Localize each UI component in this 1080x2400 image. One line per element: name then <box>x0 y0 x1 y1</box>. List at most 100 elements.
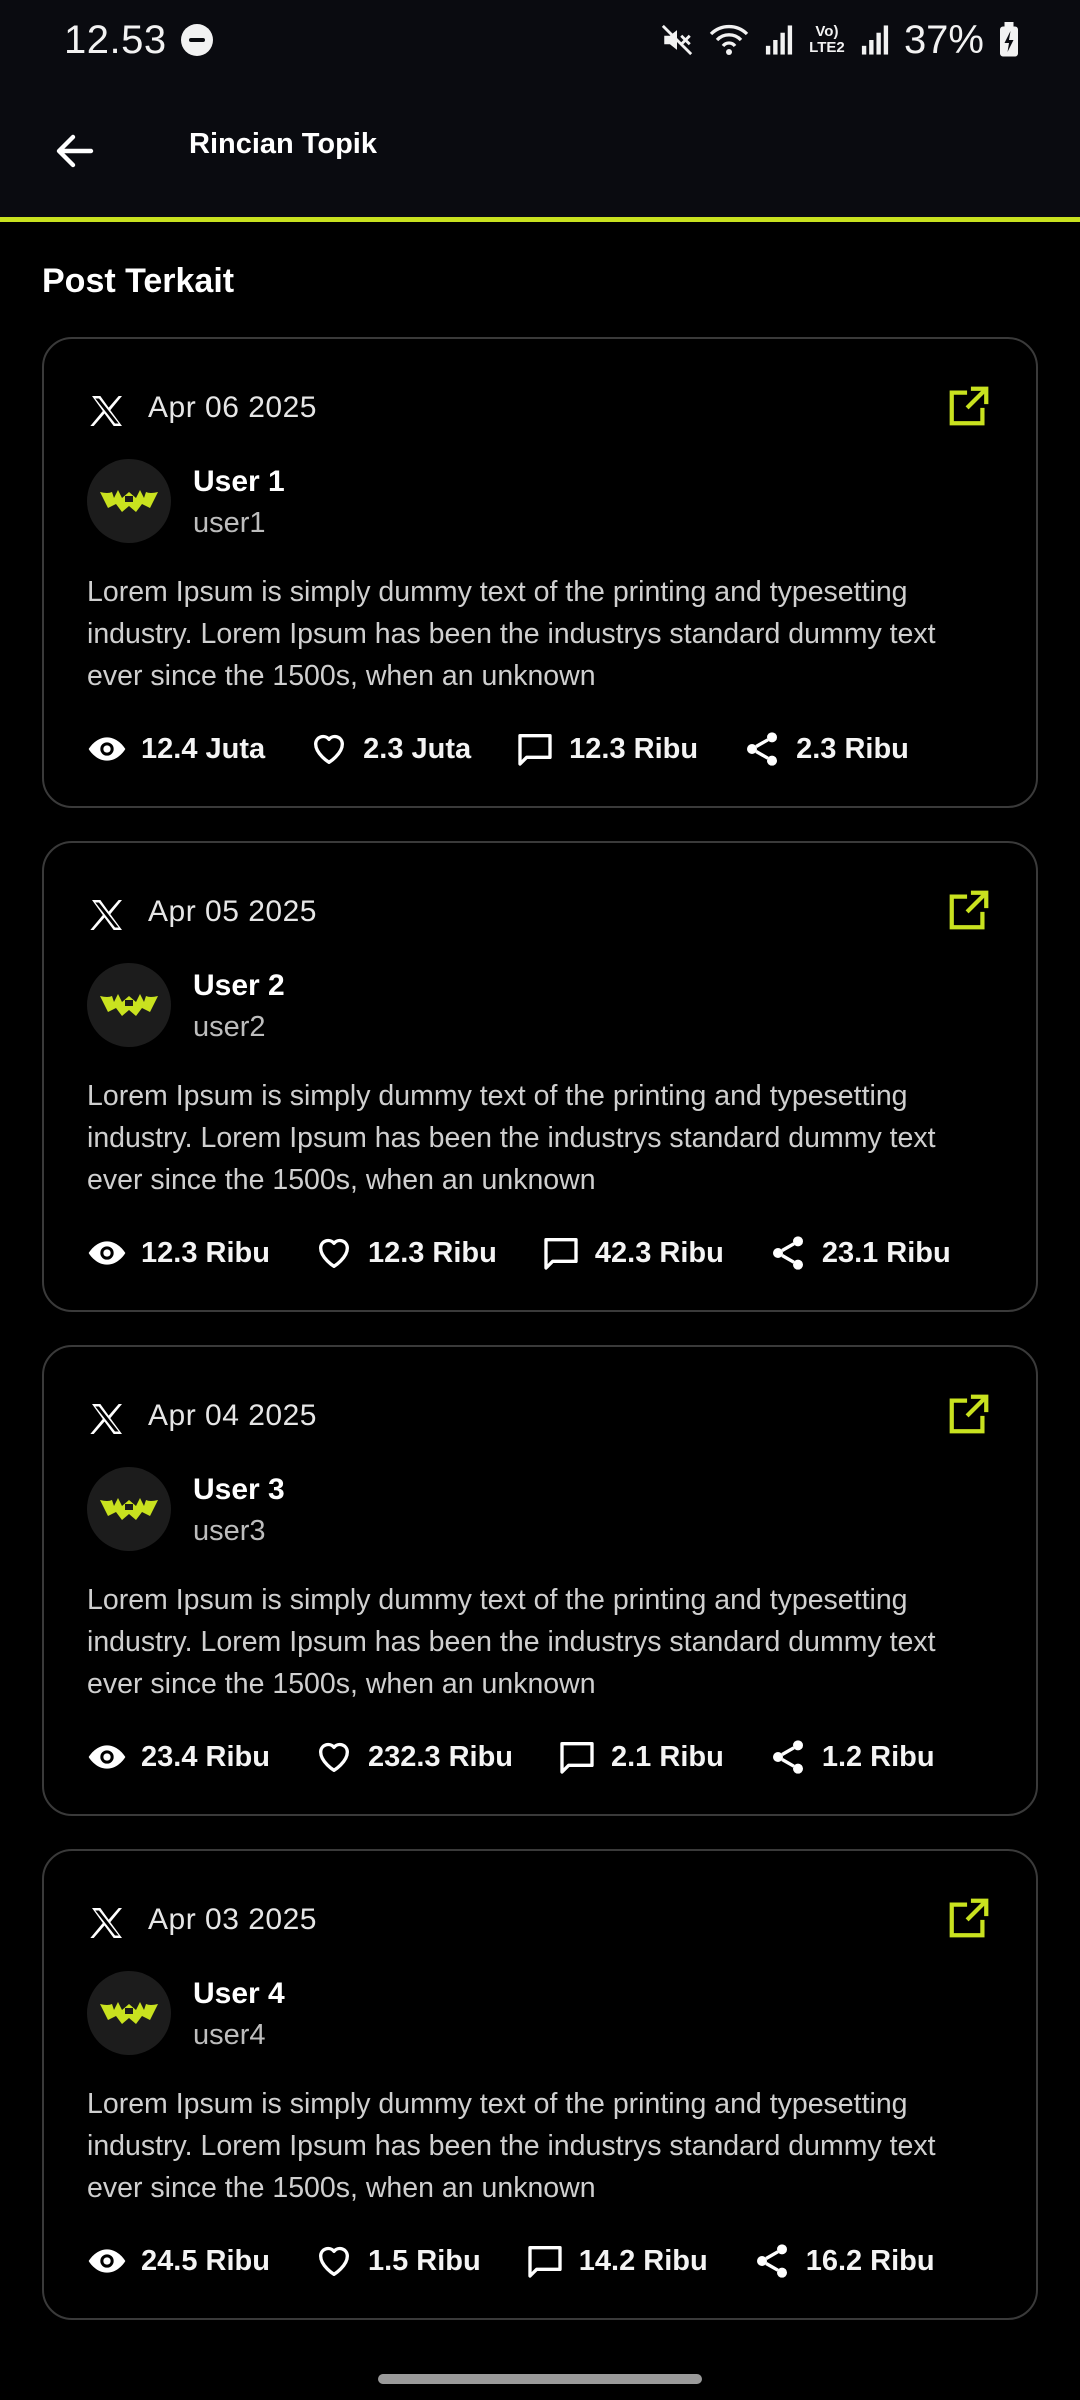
shares-stat: 23.1 Ribu <box>768 1233 951 1273</box>
likes-count: 12.3 Ribu <box>367 1236 497 1269</box>
user-name: User 1 <box>193 465 285 498</box>
share-icon <box>772 1740 803 1774</box>
signal-icon <box>765 25 793 55</box>
post-date: Apr 03 2025 <box>148 1903 317 1936</box>
open-post-button[interactable] <box>946 1391 992 1437</box>
share-icon <box>756 2244 787 2278</box>
avatar[interactable] <box>87 963 171 1047</box>
user-handle: user3 <box>193 1515 266 1547</box>
page-title: Rincian Topik <box>189 128 377 160</box>
likes-stat: 12.3 Ribu <box>314 1233 497 1273</box>
post-card[interactable]: Apr 06 2025 User 1 user1 Lorem Ipsum is sim… <box>42 337 1038 808</box>
x-logo-icon <box>90 396 122 426</box>
shares-stat: 2.3 Ribu <box>742 729 909 769</box>
bat-logo-icon <box>100 2002 158 2024</box>
post-card[interactable]: Apr 03 2025 User 4 user4 Lorem Ipsum is sim… <box>42 1849 1038 2320</box>
comments-count: 2.1 Ribu <box>611 1740 724 1773</box>
likes-count: 232.3 Ribu <box>367 1740 513 1773</box>
platform-icon-wrapper <box>87 895 127 935</box>
comment-icon <box>518 734 552 766</box>
avatar[interactable] <box>87 459 171 543</box>
do-not-disturb-icon <box>180 24 213 56</box>
shares-count: 2.3 Ribu <box>796 732 909 765</box>
post-date: Apr 05 2025 <box>148 895 317 928</box>
avatar[interactable] <box>87 1467 171 1551</box>
open-post-button[interactable] <box>946 1895 992 1941</box>
views-stat: 23.4 Ribu <box>87 1737 270 1777</box>
shares-count: 1.2 Ribu <box>821 1740 935 1773</box>
network-type-label: Vo) LTE2 <box>809 23 845 56</box>
back-button[interactable] <box>40 116 110 186</box>
user-name: User 3 <box>193 1473 285 1506</box>
likes-stat: 2.3 Juta <box>309 729 471 769</box>
views-count: 12.3 Ribu <box>141 1236 270 1269</box>
post-card[interactable]: Apr 04 2025 User 3 user3 Lorem Ipsum is sim… <box>42 1345 1038 1816</box>
signal-icon-2 <box>861 25 889 55</box>
avatar[interactable] <box>87 1971 171 2055</box>
external-link-icon <box>949 1394 989 1434</box>
post-stats: 24.5 Ribu 1.5 Ribu 14.2 Ribu 16.2 Ribu <box>87 2241 979 2281</box>
status-left: 12.53 <box>64 18 213 63</box>
bat-logo-icon <box>100 994 158 1016</box>
views-count: 12.4 Juta <box>141 732 266 765</box>
mute-icon <box>661 24 693 56</box>
shares-stat: 1.2 Ribu <box>768 1737 935 1777</box>
comments-stat: 12.3 Ribu <box>515 729 698 769</box>
comments-stat: 2.1 Ribu <box>557 1737 724 1777</box>
share-icon <box>747 732 778 766</box>
battery-charging-icon <box>1000 22 1018 57</box>
platform-icon-wrapper <box>87 1399 127 1439</box>
status-right: Vo) LTE2 37% <box>660 18 1020 63</box>
x-logo-icon <box>90 1908 122 1938</box>
eye-icon <box>88 2249 126 2273</box>
x-logo-icon <box>90 900 122 930</box>
post-card[interactable]: Apr 05 2025 User 2 user2 Lorem Ipsum is sim… <box>42 841 1038 1312</box>
comments-count: 42.3 Ribu <box>594 1236 724 1269</box>
comment-icon <box>528 2246 562 2278</box>
bat-logo-icon <box>100 490 158 512</box>
app-bar: Rincian Topik <box>0 80 1080 222</box>
eye-icon <box>88 737 126 761</box>
post-stats: 12.4 Juta 2.3 Juta 12.3 Ribu 2.3 Ribu <box>87 729 953 769</box>
share-icon <box>772 1236 803 1270</box>
views-stat: 12.4 Juta <box>87 729 265 769</box>
views-count: 24.5 Ribu <box>141 2244 270 2277</box>
platform-icon-wrapper <box>87 1903 127 1943</box>
views-stat: 24.5 Ribu <box>87 2241 270 2281</box>
comment-icon <box>544 1238 578 1270</box>
user-handle: user4 <box>193 2019 266 2051</box>
user-handle: user2 <box>193 1011 266 1043</box>
post-date: Apr 06 2025 <box>148 391 317 424</box>
comments-stat: 14.2 Ribu <box>525 2241 708 2281</box>
views-count: 23.4 Ribu <box>141 1740 270 1773</box>
user-name: User 4 <box>193 1977 285 2010</box>
open-post-button[interactable] <box>946 887 992 933</box>
section-title: Post Terkait <box>42 262 235 300</box>
status-time: 12.53 <box>64 17 167 62</box>
post-text: Lorem Ipsum is simply dummy text of the … <box>87 1080 936 1196</box>
external-link-icon <box>949 386 989 426</box>
heart-icon <box>318 1742 349 1772</box>
shares-stat: 16.2 Ribu <box>752 2241 935 2281</box>
bat-logo-icon <box>100 1498 158 1520</box>
shares-count: 16.2 Ribu <box>805 2244 935 2277</box>
battery-percentage: 37% <box>903 17 984 62</box>
comment-icon <box>560 1742 594 1774</box>
post-text: Lorem Ipsum is simply dummy text of the … <box>87 2088 936 2204</box>
status-bar: 12.53 Vo) LTE2 37% <box>0 0 1080 80</box>
comments-count: 14.2 Ribu <box>578 2244 708 2277</box>
comments-stat: 42.3 Ribu <box>541 1233 724 1273</box>
comments-count: 12.3 Ribu <box>569 732 699 765</box>
post-stats: 12.3 Ribu 12.3 Ribu 42.3 Ribu 23.1 Ribu <box>87 1233 995 1273</box>
platform-icon-wrapper <box>87 391 127 431</box>
open-post-button[interactable] <box>946 383 992 429</box>
wifi-icon <box>709 24 749 55</box>
x-logo-icon <box>90 1404 122 1434</box>
likes-count: 1.5 Ribu <box>367 2244 481 2277</box>
post-stats: 23.4 Ribu 232.3 Ribu 2.1 Ribu 1.2 Ribu <box>87 1737 979 1777</box>
likes-stat: 232.3 Ribu <box>314 1737 513 1777</box>
home-indicator[interactable] <box>378 2374 702 2384</box>
heart-icon <box>314 734 345 764</box>
eye-icon <box>88 1745 126 1769</box>
post-date: Apr 04 2025 <box>148 1399 317 1432</box>
